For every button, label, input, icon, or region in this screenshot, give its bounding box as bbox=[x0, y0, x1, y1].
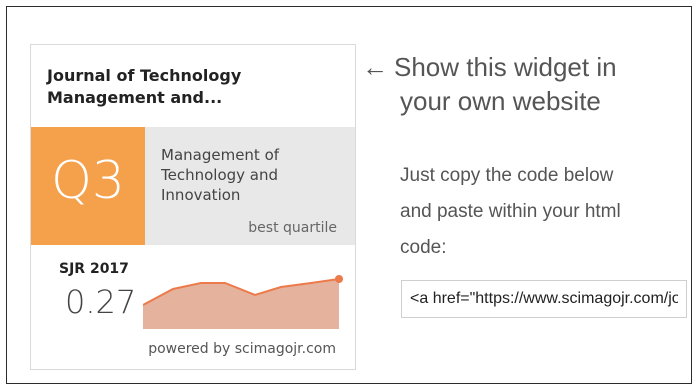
promo-line-1: ← Show this widget in bbox=[362, 50, 682, 84]
promo-line-2: your own website bbox=[400, 86, 601, 116]
sjr-label: SJR 2017 bbox=[59, 261, 129, 277]
left-arrow-icon: ← bbox=[362, 52, 388, 82]
quartile-label: Q3 bbox=[50, 151, 125, 211]
category-name: Management of Technology and Innovation bbox=[161, 145, 341, 205]
instructions-line-2: and paste within your html bbox=[400, 201, 621, 222]
best-quartile-label: best quartile bbox=[248, 220, 337, 236]
sparkline-area bbox=[143, 279, 339, 329]
instructions-line-3: code: bbox=[400, 237, 447, 258]
embed-code-input[interactable] bbox=[401, 280, 687, 318]
quartile-band: Q3 Management of Technology and Innovati… bbox=[31, 127, 355, 245]
sjr-widget[interactable]: Journal of Technology Management and... … bbox=[30, 44, 356, 370]
sjr-trend-sparkline bbox=[143, 275, 343, 329]
instructions-line-1: Just copy the code below bbox=[400, 165, 614, 186]
category-line-2: Technology and bbox=[161, 166, 279, 184]
divider bbox=[31, 245, 355, 247]
journal-title-line-1: Journal of Technology bbox=[47, 66, 242, 85]
journal-title[interactable]: Journal of Technology Management and... bbox=[47, 65, 347, 109]
journal-title-line-2: Management and... bbox=[47, 88, 223, 107]
sparkline-end-dot bbox=[335, 275, 343, 283]
category-line-1: Management of bbox=[161, 146, 280, 164]
powered-by-link[interactable]: powered by scimagojr.com bbox=[31, 341, 336, 357]
widget-promo: ← Show this widget in your own website bbox=[362, 50, 682, 118]
promo-line-1-text: Show this widget in bbox=[394, 52, 617, 82]
embed-instructions: Just copy the code below and paste withi… bbox=[400, 158, 690, 266]
category-line-3: Innovation bbox=[161, 186, 241, 204]
sjr-value: 0.27 bbox=[65, 283, 137, 321]
quartile-box: Q3 bbox=[31, 127, 145, 245]
